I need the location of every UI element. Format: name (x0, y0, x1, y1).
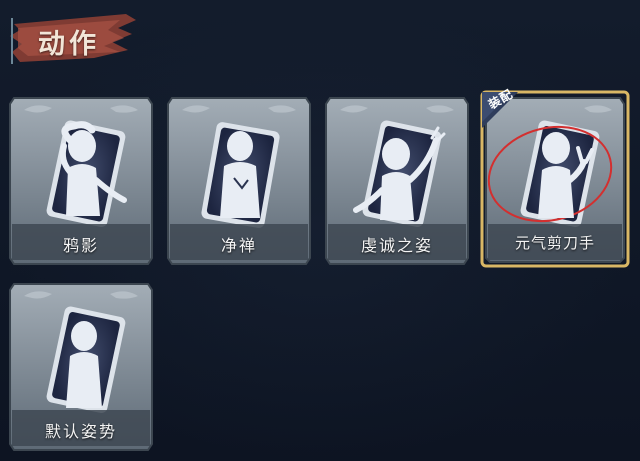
section-title-banner: 动作 (8, 8, 140, 66)
card-label: 净禅 (220, 236, 257, 255)
pose-silhouette-hand-on-head-icon (59, 121, 127, 216)
equipped-tag: 装配 (482, 87, 542, 136)
action-card-energetic-peace[interactable]: 装配 元气剪刀手 (480, 87, 630, 268)
action-card-crow-shadow[interactable]: 鸦影 (6, 94, 156, 268)
card-label: 元气剪刀手 (514, 234, 595, 252)
card-label: 鸦影 (62, 236, 99, 255)
card-label: 默认姿势 (44, 422, 117, 441)
page-title: 动作 (38, 29, 100, 60)
pose-silhouette-default-icon (66, 321, 102, 408)
action-card-default-pose[interactable]: 默认姿势 (6, 280, 156, 454)
action-card-devout-pose[interactable]: 虔诚之姿 (322, 94, 472, 268)
card-label: 虔诚之姿 (360, 236, 433, 255)
action-card-zen[interactable]: 净禅 (164, 94, 314, 268)
pose-silhouette-peace-sign-icon (538, 132, 594, 218)
pose-silhouette-arm-raised-icon (353, 126, 446, 220)
pose-silhouette-praying-icon (220, 131, 260, 218)
